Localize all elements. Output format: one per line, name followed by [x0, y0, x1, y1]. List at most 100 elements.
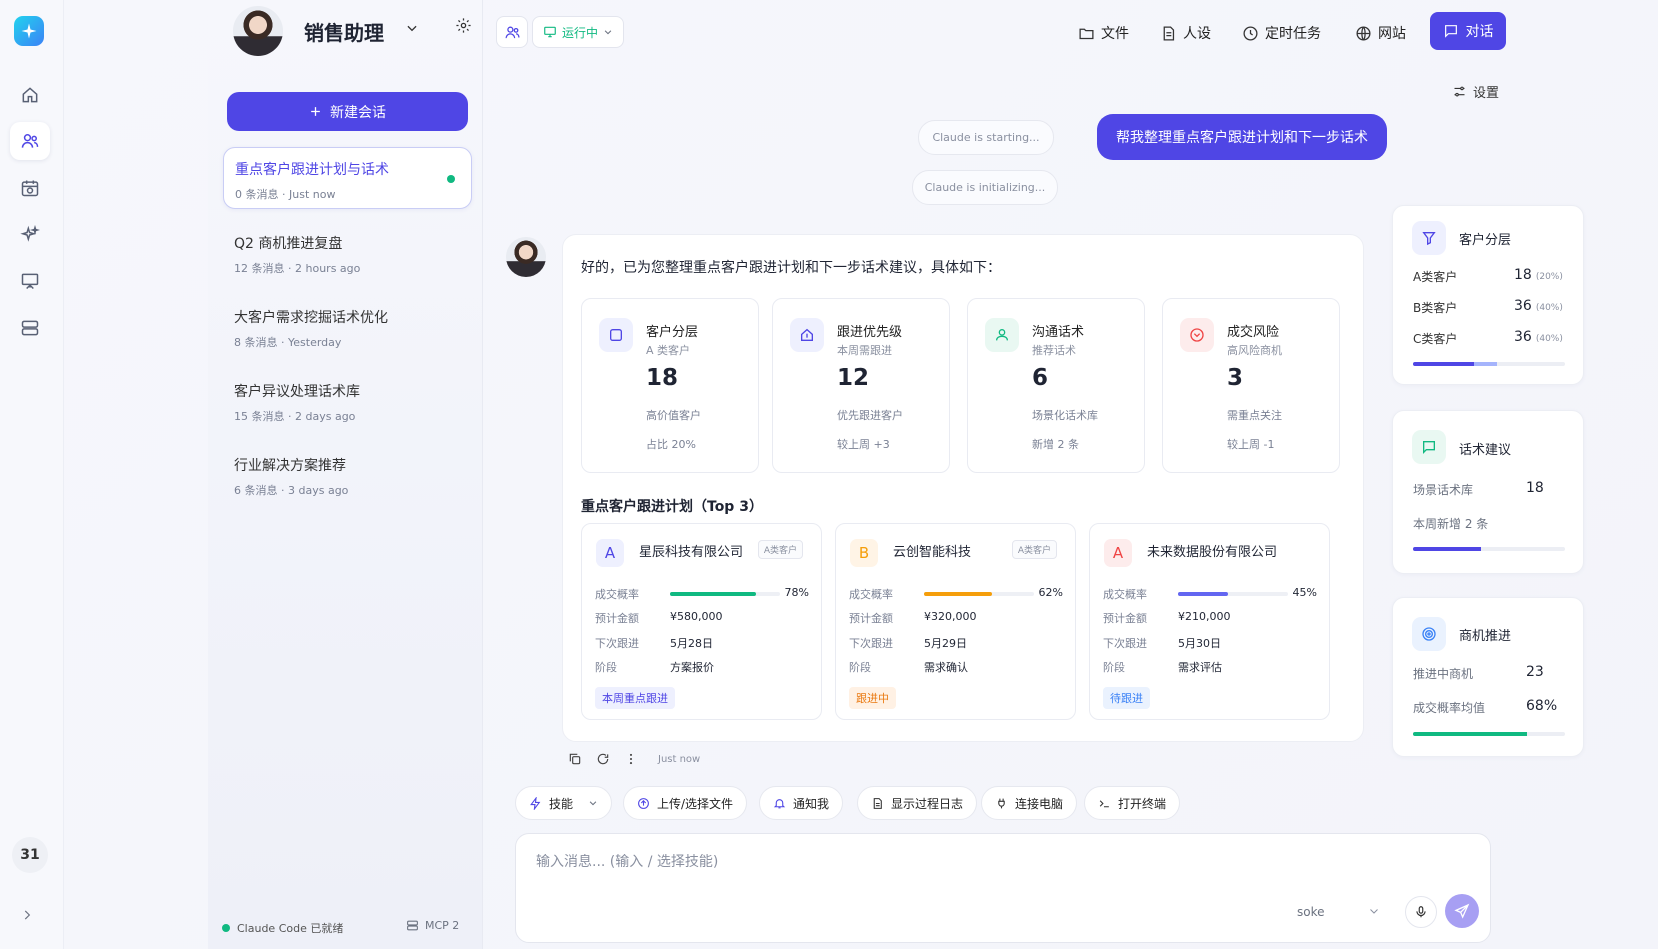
plug-icon: [998, 798, 1005, 808]
nav-website[interactable]: 网站: [1355, 16, 1406, 50]
stat-title: 跟进优先级: [837, 325, 903, 340]
plus-icon: [311, 107, 320, 116]
section-title: 重点客户跟进计划（Top 3）: [581, 499, 763, 515]
nav-schedule[interactable]: [10, 169, 50, 207]
customer-card[interactable]: A 未来数据股份有限公司 成交概率 预计金额 下次跟进 阶段 45% ¥210,000 5月30…: [1089, 523, 1330, 720]
alert-heart-icon: [1180, 318, 1214, 352]
conversation-time: Yesterday: [288, 336, 342, 349]
model-selector[interactable]: soke: [1297, 905, 1325, 919]
conversation-item[interactable]: 重点客户跟进计划与话术 0 条消息 · Just now: [223, 147, 472, 209]
stat-desc: 高价值客户: [646, 409, 701, 422]
day-badge[interactable]: 31: [12, 837, 48, 873]
upload-file-button[interactable]: 上传/选择文件: [623, 786, 748, 820]
stat-desc: 优先跟进客户: [837, 409, 903, 422]
conversation-time: 3 days ago: [288, 484, 349, 497]
nav-scheduled-label: 定时任务: [1265, 26, 1321, 42]
conversation-item[interactable]: 大客户需求挖掘话术优化 8 条消息 · Yesterday: [223, 296, 472, 358]
microphone-icon[interactable]: [1405, 896, 1437, 928]
nav-persona-label: 人设: [1183, 26, 1211, 42]
row-label: 下次跟进: [1103, 637, 1147, 650]
stat-desc: 场景化话术库: [1032, 409, 1098, 422]
message-composer: [515, 833, 1491, 943]
gear-icon[interactable]: [455, 17, 472, 34]
nav-home[interactable]: [10, 76, 50, 114]
claude-code-status: Claude Code 已就绪: [222, 920, 343, 936]
runtime-status-dropdown[interactable]: 运行中: [532, 16, 625, 48]
refresh-icon[interactable]: [596, 752, 610, 766]
status-pill: Claude is initializing...: [912, 170, 1058, 205]
customer-card[interactable]: A 星辰科技有限公司 A类客户 成交概率 预计金额 下次跟进 阶段 78% ¥580,000 5月…: [581, 523, 822, 720]
customer-card[interactable]: B 云创智能科技 A类客户 成交概率 预计金额 下次跟进 阶段 62% ¥320,000 5月29…: [835, 523, 1076, 720]
nav-scheduled-tasks[interactable]: 定时任务: [1242, 16, 1321, 50]
customer-tier-tag: A类客户: [1011, 540, 1057, 559]
connect-computer-button[interactable]: 连接电脑: [981, 786, 1078, 820]
conversation-item[interactable]: 行业解决方案推荐 6 条消息 · 3 days ago: [223, 444, 472, 506]
server-icon: [407, 920, 418, 931]
conversation-time: 2 days ago: [295, 410, 356, 423]
stat-title: 沟通话术: [1032, 325, 1085, 340]
opportunity-label: 推进中商机: [1413, 667, 1474, 681]
assistant-switch-chevron-icon[interactable]: [398, 14, 426, 42]
new-chat-button[interactable]: 新建会话: [227, 92, 468, 131]
message-input[interactable]: [536, 854, 1436, 870]
more-vertical-icon[interactable]: [624, 752, 638, 766]
chat-button[interactable]: 对话: [1430, 12, 1506, 50]
nav-skills[interactable]: [10, 216, 50, 254]
mcp-label: MCP 2: [425, 919, 460, 932]
customer-initial: A: [1104, 539, 1132, 567]
assistant-avatar: [233, 6, 283, 56]
chevron-down-icon[interactable]: [1368, 905, 1380, 917]
team-button[interactable]: [496, 16, 528, 48]
notify-me-button[interactable]: 通知我: [759, 786, 844, 820]
conversation-item[interactable]: Q2 商机推进复盘 12 条消息 · 2 hours ago: [223, 222, 472, 284]
status-label: 运行中: [562, 25, 599, 40]
app-logo[interactable]: [14, 16, 44, 46]
chevron-down-icon: [589, 801, 597, 806]
talk-progress: [1413, 547, 1565, 551]
show-log-label: 显示过程日志: [891, 796, 964, 811]
amount-value: ¥320,000: [924, 610, 977, 623]
settings-button[interactable]: 设置: [1452, 82, 1499, 101]
segment-bar-a: [1413, 362, 1474, 366]
opportunity-card: 商机推进 推进中商机 23 成交概率均值 68%: [1392, 597, 1584, 757]
segment-label: C类客户: [1413, 332, 1458, 346]
row-label: 成交概率: [849, 588, 893, 601]
nav-presentation[interactable]: [10, 262, 50, 300]
message-count: 12 条消息: [234, 262, 285, 275]
monitor-icon: [544, 26, 556, 38]
open-terminal-button[interactable]: 打开终端: [1084, 786, 1181, 820]
conversation-meta: 12 条消息 · 2 hours ago: [234, 262, 361, 275]
opportunity-progress: [1413, 732, 1565, 736]
expand-chevron-icon[interactable]: [20, 908, 34, 922]
nav-server[interactable]: [10, 309, 50, 347]
copy-icon[interactable]: [568, 752, 582, 766]
skills-button[interactable]: 技能: [515, 786, 613, 820]
conversation-title: 重点客户跟进计划与话术: [235, 162, 389, 178]
row-label: 预计金额: [1103, 612, 1147, 625]
probability-fill: [924, 592, 993, 596]
message-count: 15 条消息: [234, 410, 285, 423]
segment-bar-b: [1473, 362, 1497, 366]
document-icon: [1163, 25, 1175, 41]
send-button[interactable]: [1445, 894, 1479, 928]
status-badge: 本周重点跟进: [595, 687, 675, 709]
conversation-item[interactable]: 客户异议处理话术库 15 条消息 · 2 days ago: [223, 370, 472, 432]
conversation-title: 客户异议处理话术库: [234, 384, 360, 400]
nav-website-label: 网站: [1378, 26, 1406, 42]
skills-label: 技能: [549, 796, 574, 811]
nav-persona[interactable]: 人设: [1160, 16, 1211, 50]
show-log-button[interactable]: 显示过程日志: [857, 786, 978, 820]
chevron-down-icon: [604, 30, 612, 35]
user-message: 帮我整理重点客户跟进计划和下一步话术: [1097, 114, 1387, 160]
mcp-indicator[interactable]: MCP 2: [406, 919, 459, 932]
calendar-clock-icon: [21, 180, 39, 197]
next-followup-value: 5月30日: [1178, 637, 1221, 650]
talk-progress-fill: [1413, 547, 1482, 551]
talk-suggestion-card: 话术建议 场景话术库 18 本周新增 2 条: [1392, 410, 1584, 574]
nav-agents[interactable]: [10, 122, 50, 160]
conversation-title: 行业解决方案推荐: [234, 458, 346, 474]
probability-label: 成交概率均值: [1413, 701, 1486, 715]
segment-pct: (20%): [1535, 272, 1563, 282]
nav-files[interactable]: 文件: [1078, 16, 1129, 50]
connect-label: 连接电脑: [1015, 796, 1064, 811]
